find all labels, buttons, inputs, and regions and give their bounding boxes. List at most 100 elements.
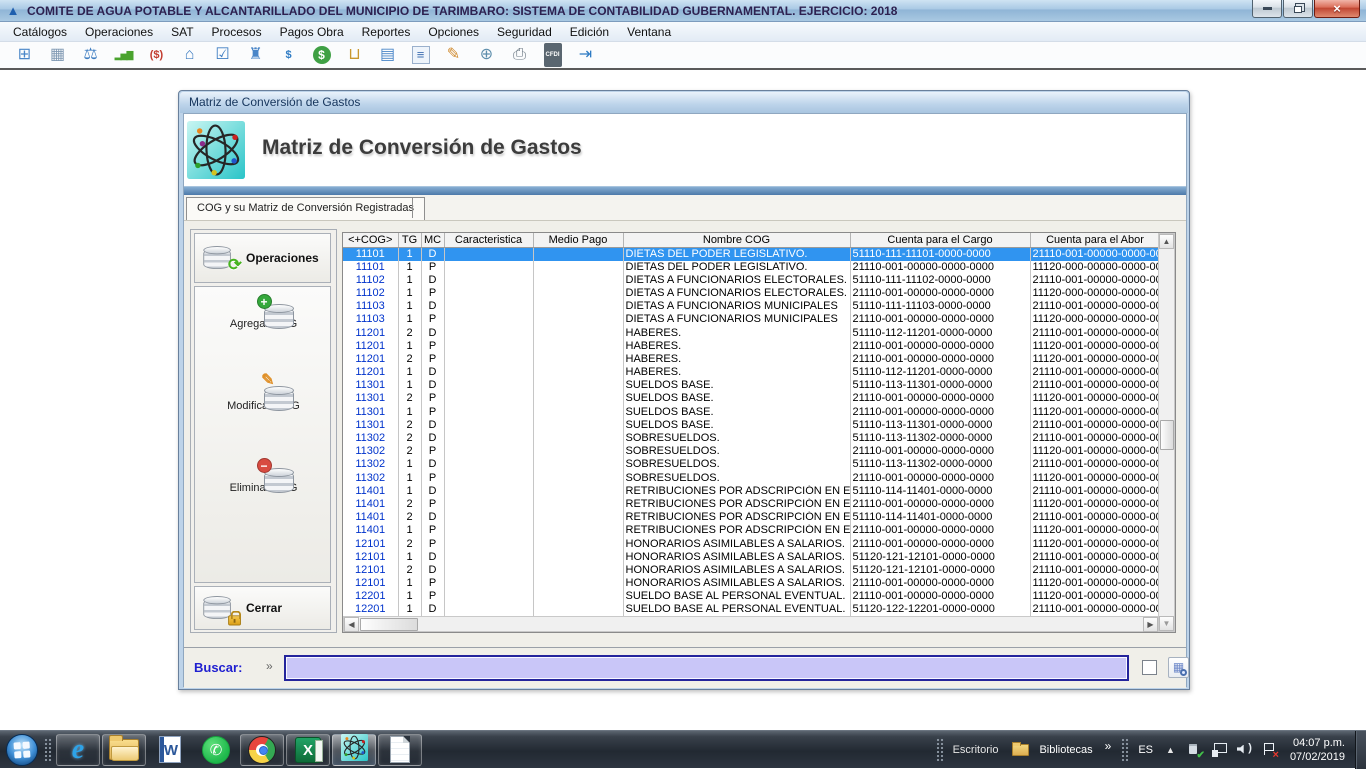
poliza-check-button[interactable]: ☑ [206, 43, 239, 67]
menu-operaciones[interactable]: Operaciones [76, 23, 162, 41]
column-header-2[interactable]: MC [421, 233, 444, 247]
menu-catalogos[interactable]: Catálogos [4, 23, 76, 41]
table-row[interactable]: 113011DSUELDOS BASE.51110-113-11301-0000… [343, 379, 1159, 392]
horizontal-scrollbar[interactable]: ◀ ▶ [343, 616, 1159, 632]
hidden-icons-chevron[interactable]: ▲ [1166, 745, 1175, 755]
table-row[interactable]: 112012PHABERES.21110-001-00000-0000-0000… [343, 353, 1159, 366]
eliminar-cog-button[interactable]: −Eliminar COG [195, 455, 332, 533]
table-row[interactable]: 113011PSUELDOS BASE.21110-001-00000-0000… [343, 406, 1159, 419]
search-input[interactable] [284, 655, 1129, 681]
taskbar-chrome[interactable] [240, 734, 284, 766]
clock[interactable]: 04:07 p.m. 07/02/2019 [1290, 736, 1345, 764]
table-row[interactable]: 111031PDIETAS A FUNCIONARIOS MUNICIPALES… [343, 313, 1159, 326]
usb-device-icon[interactable] [1186, 742, 1203, 758]
table-row[interactable]: 113022DSOBRESUELDOS.51110-113-11302-0000… [343, 432, 1159, 445]
column-header-7[interactable]: Cuenta para el Abor [1030, 233, 1159, 247]
action-center-icon[interactable]: × [1261, 742, 1278, 758]
money-bag-button[interactable]: $ [305, 43, 338, 67]
table-row[interactable]: 114012PRETRIBUCIONES POR ADSCRIPCIÓN EN … [343, 498, 1159, 511]
shopping-cart-button[interactable]: ⊔ [338, 43, 371, 67]
modificar-cog-button[interactable]: ✎Modificar COG [195, 373, 332, 451]
table-row[interactable]: 122011PSUELDO BASE AL PERSONAL EVENTUAL.… [343, 590, 1159, 603]
column-header-0[interactable]: <+COG> [343, 233, 398, 247]
search-checkbox[interactable] [1142, 660, 1157, 675]
column-header-1[interactable]: TG [398, 233, 421, 247]
close-button[interactable]: × [1314, 0, 1360, 18]
table-row[interactable]: 121012PHONORARIOS ASIMILABLES A SALARIOS… [343, 537, 1159, 550]
cfdi-export-button[interactable]: CFDI [536, 43, 569, 67]
table-row[interactable]: 112011DHABERES.51110-112-11201-0000-0000… [343, 366, 1159, 379]
calendar-button[interactable]: ▦ [41, 43, 74, 67]
table-row[interactable]: 121011PHONORARIOS ASIMILABLES A SALARIOS… [343, 577, 1159, 590]
table-row[interactable]: 114012DRETRIBUCIONES POR ADSCRIPCIÓN EN … [343, 511, 1159, 524]
table-row[interactable]: 111031DDIETAS A FUNCIONARIOS MUNICIPALES… [343, 300, 1159, 313]
table-row[interactable]: 113012PSUELDOS BASE.21110-001-00000-0000… [343, 392, 1159, 405]
table-row[interactable]: 112011PHABERES.21110-001-00000-0000-0000… [343, 340, 1159, 353]
bibliotecas-toolbar[interactable]: Bibliotecas [1039, 744, 1092, 756]
storage-canister-button[interactable]: ▤ [371, 43, 404, 67]
windows-layout-button[interactable]: ⊞ [8, 43, 41, 67]
table-row[interactable]: 113022PSOBRESUELDOS.21110-001-00000-0000… [343, 445, 1159, 458]
table-row[interactable]: 111021PDIETAS A FUNCIONARIOS ELECTORALES… [343, 287, 1159, 300]
tower-building-button[interactable]: ♜ [239, 43, 272, 67]
menu-reportes[interactable]: Reportes [353, 23, 420, 41]
table-row[interactable]: 113012DSUELDOS BASE.51110-113-11301-0000… [343, 419, 1159, 432]
tab-cog-matriz[interactable]: COG y su Matriz de Conversión Registrada… [186, 197, 425, 220]
menu-pagos-obra[interactable]: Pagos Obra [271, 23, 353, 41]
scales-justice-button[interactable]: ⚖ [74, 43, 107, 67]
taskbar-file-explorer[interactable] [102, 734, 146, 766]
table-row[interactable]: 113021DSOBRESUELDOS.51110-113-11302-0000… [343, 458, 1159, 471]
table-row[interactable]: 111021DDIETAS A FUNCIONARIOS ELECTORALES… [343, 274, 1159, 287]
language-indicator[interactable]: ES [1138, 744, 1153, 756]
toolbar-chevron[interactable]: » [1105, 739, 1112, 753]
table-row[interactable]: 114011DRETRIBUCIONES POR ADSCRIPCIÓN EN … [343, 485, 1159, 498]
network-icon[interactable] [1211, 742, 1228, 758]
scroll-right-arrow[interactable]: ▶ [1143, 617, 1158, 632]
taskbar-excel[interactable]: X [286, 734, 330, 766]
dollar-button[interactable]: $ [272, 43, 305, 67]
table-row[interactable]: 121011DHONORARIOS ASIMILABLES A SALARIOS… [343, 551, 1159, 564]
taskbar-notepad[interactable] [378, 734, 422, 766]
agregar-cog-button[interactable]: +Agregar COG [195, 291, 332, 369]
globe-sync-button[interactable]: ⊕ [470, 43, 503, 67]
vertical-scrollbar[interactable]: ▲ ▼ [1158, 233, 1175, 632]
column-header-4[interactable]: Medio Pago [533, 233, 623, 247]
taskbar-word[interactable] [148, 734, 192, 766]
restore-button[interactable] [1283, 0, 1313, 18]
printer-button[interactable]: ⎙ [503, 43, 536, 67]
volume-icon[interactable] [1236, 742, 1253, 758]
matriz-window-titlebar[interactable]: Matriz de Conversión de Gastos [180, 92, 1188, 113]
ledger-book-button[interactable]: ≡ [404, 43, 437, 67]
menu-seguridad[interactable]: Seguridad [488, 23, 561, 41]
search-button[interactable]: ▦ [1168, 657, 1189, 678]
table-row[interactable]: 111011DDIETAS DEL PODER LEGISLATIVO.5111… [343, 247, 1159, 261]
exit-door-button[interactable]: ⇥ [569, 43, 602, 67]
vertical-scroll-thumb[interactable] [1160, 420, 1174, 450]
escritorio-toolbar[interactable]: Escritorio [953, 744, 999, 756]
table-row[interactable]: 122011DSUELDO BASE AL PERSONAL EVENTUAL.… [343, 603, 1159, 616]
show-desktop-button[interactable] [1355, 731, 1366, 769]
taskbar-contabilidad-app[interactable] [332, 734, 376, 766]
libraries-folder-icon[interactable] [1012, 744, 1029, 756]
table-row[interactable]: 114011PRETRIBUCIONES POR ADSCRIPCIÓN EN … [343, 524, 1159, 537]
table-row[interactable]: 113021PSOBRESUELDOS.21110-001-00000-0000… [343, 472, 1159, 485]
scroll-up-arrow[interactable]: ▲ [1159, 234, 1174, 249]
bank-building-button[interactable]: ⌂ [173, 43, 206, 67]
minimize-button[interactable] [1252, 0, 1282, 18]
menu-procesos[interactable]: Procesos [203, 23, 271, 41]
menu-opciones[interactable]: Opciones [419, 23, 488, 41]
edit-document-button[interactable]: ✎ [437, 43, 470, 67]
horizontal-scroll-thumb[interactable] [360, 618, 418, 631]
taskbar-internet-explorer[interactable]: e [56, 734, 100, 766]
budget-dollar-button[interactable]: ($) [140, 43, 173, 67]
menu-edicion[interactable]: Edición [561, 23, 618, 41]
scroll-left-arrow[interactable]: ◀ [344, 617, 359, 632]
menu-ventana[interactable]: Ventana [618, 23, 680, 41]
cerrar-button[interactable]: Cerrar [194, 586, 331, 630]
scroll-down-arrow[interactable]: ▼ [1159, 616, 1174, 631]
bar-chart-button[interactable]: ▂▅▇ [107, 43, 140, 67]
column-header-6[interactable]: Cuenta para el Cargo [850, 233, 1030, 247]
menu-sat[interactable]: SAT [162, 23, 202, 41]
operaciones-button[interactable]: ⟳ Operaciones [194, 233, 331, 283]
column-header-3[interactable]: Caracteristica [444, 233, 533, 247]
